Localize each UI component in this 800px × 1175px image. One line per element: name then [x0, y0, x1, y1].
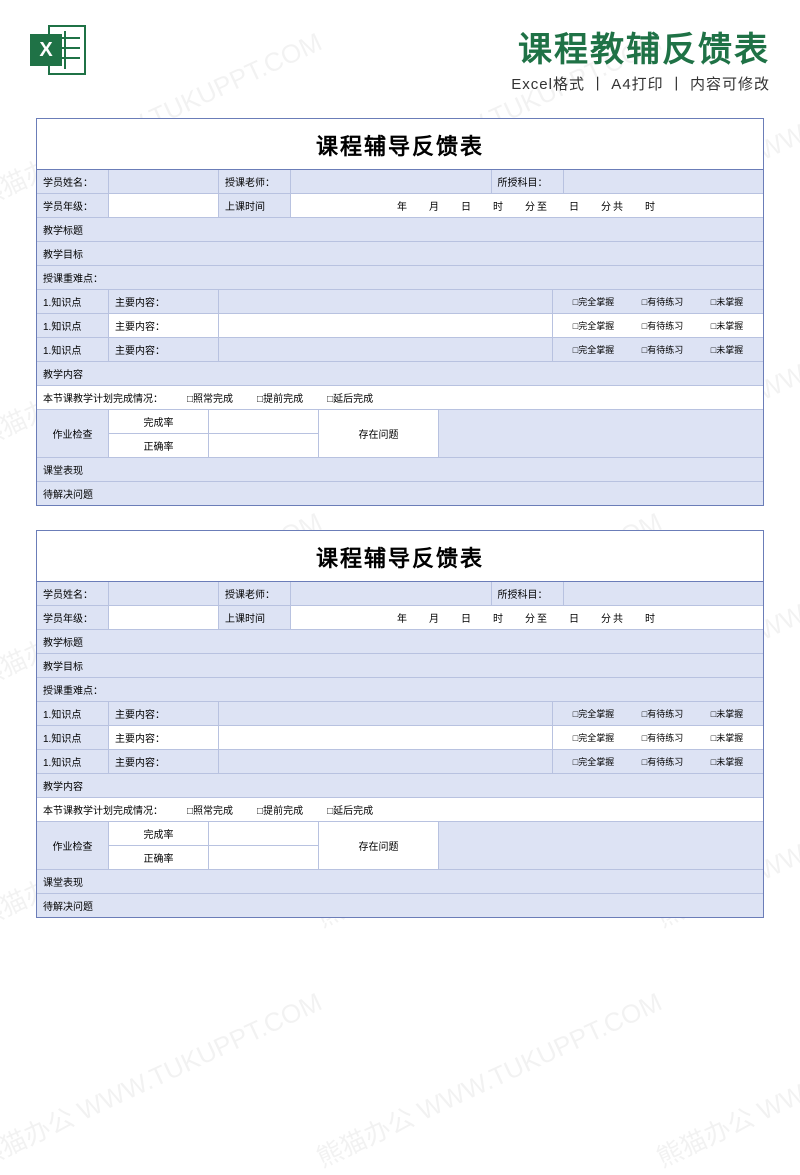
grade-value[interactable] [109, 194, 219, 217]
header-subtitle: Excel格式 丨 A4打印 丨 内容可修改 [98, 73, 770, 94]
kp2-main-value[interactable] [219, 314, 553, 337]
teach-title-label: 教学标题 [37, 630, 763, 653]
grade-value[interactable] [109, 606, 219, 629]
kp1-label: 1.知识点 [37, 290, 109, 313]
kp3-options[interactable]: □完全掌握□有待练习□未掌握 [553, 750, 763, 773]
kp2-options[interactable]: □完全掌握□有待练习□未掌握 [553, 726, 763, 749]
completion-rate-label: 完成率 [109, 410, 209, 433]
accuracy-rate-value[interactable] [209, 846, 319, 869]
teacher-label: 授课老师： [219, 582, 291, 605]
kp1-main-label: 主要内容： [109, 290, 219, 313]
kp3-main-value[interactable] [219, 750, 553, 773]
teach-goal-label: 教学目标 [37, 654, 763, 677]
kp1-options[interactable]: □完全掌握□有待练习□未掌握 [553, 702, 763, 725]
feedback-form-1: 课程辅导反馈表 学员姓名： 授课老师： 所授科目： 学员年级： 上课时间 年 月… [36, 118, 764, 506]
hw-check-label: 作业检查 [37, 410, 109, 457]
kp3-options[interactable]: □完全掌握□有待练习□未掌握 [553, 338, 763, 361]
subject-value[interactable] [564, 170, 764, 193]
accuracy-rate-value[interactable] [209, 434, 319, 457]
kp1-main-label: 主要内容： [109, 702, 219, 725]
teacher-value[interactable] [291, 170, 492, 193]
student-name-label: 学员姓名： [37, 582, 109, 605]
key-points-label: 授课重难点： [37, 266, 763, 289]
issues-label: 存在问题 [319, 822, 439, 869]
kp1-label: 1.知识点 [37, 702, 109, 725]
page-area: 课程辅导反馈表 学员姓名： 授课老师： 所授科目： 学员年级： 上课时间 年 月… [36, 118, 764, 918]
subject-label: 所授科目： [492, 582, 564, 605]
kp2-main-value[interactable] [219, 726, 553, 749]
kp3-main-value[interactable] [219, 338, 553, 361]
kp3-label: 1.知识点 [37, 750, 109, 773]
accuracy-rate-label: 正确率 [109, 434, 209, 457]
teach-goal-label: 教学目标 [37, 242, 763, 265]
header-title: 课程教辅反馈表 [98, 22, 770, 71]
grade-label: 学员年级： [37, 606, 109, 629]
class-time-value[interactable]: 年 月 日 时 分至 日 分共 时 [291, 194, 763, 217]
accuracy-rate-label: 正确率 [109, 846, 209, 869]
kp1-main-value[interactable] [219, 702, 553, 725]
issues-value[interactable] [439, 822, 763, 869]
kp3-main-label: 主要内容： [109, 338, 219, 361]
completion-rate-value[interactable] [209, 410, 319, 433]
class-time-label: 上课时间 [219, 606, 291, 629]
pending-label: 待解决问题 [37, 482, 763, 505]
grade-label: 学员年级： [37, 194, 109, 217]
completion-rate-label: 完成率 [109, 822, 209, 845]
subject-value[interactable] [564, 582, 764, 605]
class-time-value[interactable]: 年 月 日 时 分至 日 分共 时 [291, 606, 763, 629]
completion-row[interactable]: 本节课教学计划完成情况： □照常完成 □提前完成 □延后完成 [37, 798, 763, 821]
student-name-label: 学员姓名： [37, 170, 109, 193]
kp3-label: 1.知识点 [37, 338, 109, 361]
form-title: 课程辅导反馈表 [37, 119, 763, 170]
completion-row[interactable]: 本节课教学计划完成情况： □照常完成 □提前完成 □延后完成 [37, 386, 763, 409]
issues-value[interactable] [439, 410, 763, 457]
teacher-value[interactable] [291, 582, 492, 605]
kp1-options[interactable]: □完全掌握□有待练习□未掌握 [553, 290, 763, 313]
kp2-label: 1.知识点 [37, 726, 109, 749]
class-perf-label: 课堂表现 [37, 870, 763, 893]
issues-label: 存在问题 [319, 410, 439, 457]
teach-title-label: 教学标题 [37, 218, 763, 241]
page-header: X 课程教辅反馈表 Excel格式 丨 A4打印 丨 内容可修改 [0, 0, 800, 100]
kp2-main-label: 主要内容： [109, 314, 219, 337]
class-perf-label: 课堂表现 [37, 458, 763, 481]
teach-content-label: 教学内容 [37, 362, 763, 385]
class-time-label: 上课时间 [219, 194, 291, 217]
kp1-main-value[interactable] [219, 290, 553, 313]
feedback-form-2: 课程辅导反馈表 学员姓名： 授课老师： 所授科目： 学员年级： 上课时间 年 月… [36, 530, 764, 918]
pending-label: 待解决问题 [37, 894, 763, 917]
teacher-label: 授课老师： [219, 170, 291, 193]
key-points-label: 授课重难点： [37, 678, 763, 701]
teach-content-label: 教学内容 [37, 774, 763, 797]
kp3-main-label: 主要内容： [109, 750, 219, 773]
student-name-value[interactable] [109, 170, 219, 193]
subject-label: 所授科目： [492, 170, 564, 193]
kp2-main-label: 主要内容： [109, 726, 219, 749]
excel-icon: X [30, 22, 86, 78]
form-title: 课程辅导反馈表 [37, 531, 763, 582]
hw-check-label: 作业检查 [37, 822, 109, 869]
kp2-options[interactable]: □完全掌握□有待练习□未掌握 [553, 314, 763, 337]
completion-rate-value[interactable] [209, 822, 319, 845]
kp2-label: 1.知识点 [37, 314, 109, 337]
student-name-value[interactable] [109, 582, 219, 605]
